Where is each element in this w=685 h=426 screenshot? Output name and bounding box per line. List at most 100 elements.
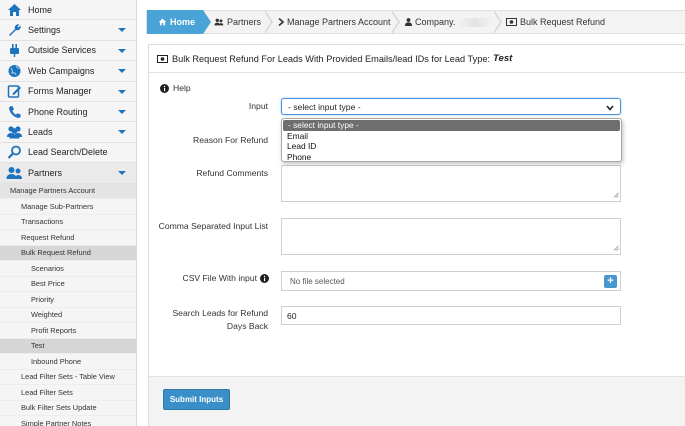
page-title: Bulk Request Refund For Leads With Provi…: [172, 53, 490, 64]
breadcrumb-company-label: Company.: [415, 17, 456, 27]
sidebar-sub-bulk-request-refund[interactable]: Bulk Request Refund: [0, 245, 136, 262]
sidebar-sub-priority[interactable]: Priority: [0, 292, 136, 308]
comments-label: Refund Comments: [196, 168, 268, 178]
sidebar-item-leads[interactable]: Leads: [0, 122, 136, 143]
breadcrumb-partners-label: Partners: [227, 17, 262, 27]
option-email[interactable]: Email: [282, 131, 621, 142]
comma-list-label: Comma Separated Input List: [158, 221, 268, 231]
panel-header: Bulk Request Refund For Leads With Provi…: [149, 45, 685, 73]
main-panel: Bulk Request Refund For Leads With Provi…: [148, 44, 685, 426]
breadcrumb-manage[interactable]: Manage Partners Account: [278, 10, 400, 34]
chevron-down-icon: [606, 103, 614, 113]
users-icon: [5, 124, 23, 140]
sidebar-sub-lead-filter-sets-table[interactable]: Lead Filter Sets - Table View: [0, 370, 136, 386]
chevron-right-icon: [278, 18, 284, 26]
sidebar-sub-bulk-filter-sets[interactable]: Bulk Filter Sets Update: [0, 401, 136, 417]
csv-file-input[interactable]: No file selected +: [281, 271, 621, 291]
sidebar-item-lead-search[interactable]: Lead Search/Delete: [0, 143, 136, 164]
user-icon: [405, 18, 412, 26]
help-toggle[interactable]: Help: [160, 83, 191, 93]
money-icon: [157, 54, 168, 63]
sidebar-item-settings[interactable]: Settings: [0, 20, 136, 41]
chevron-down-icon: [118, 109, 126, 114]
input-type-dropdown: - select input type - Email Lead ID Phon…: [281, 118, 622, 162]
breadcrumb-partners[interactable]: Partners: [214, 10, 273, 34]
input-type-value: - select input type -: [288, 101, 361, 112]
sidebar-item-partners[interactable]: Partners: [0, 163, 136, 184]
home-icon: [5, 2, 23, 18]
refund-comments-textarea[interactable]: [281, 165, 621, 202]
help-label: Help: [173, 83, 191, 93]
option-phone[interactable]: Phone: [282, 152, 621, 163]
input-label: Input: [248, 101, 268, 111]
sidebar-sub-weighted[interactable]: Weighted: [0, 308, 136, 324]
info-icon[interactable]: [260, 274, 269, 283]
breadcrumb-home-label: Home: [170, 17, 196, 27]
breadcrumb-company[interactable]: Company.: [405, 10, 502, 34]
chevron-down-icon: [118, 48, 126, 53]
sidebar-item-phone-routing[interactable]: Phone Routing: [0, 102, 136, 123]
sidebar-sub-transactions[interactable]: Transactions: [0, 215, 136, 231]
sidebar-item-home[interactable]: Home: [0, 0, 136, 21]
form-edit-icon: [5, 83, 23, 99]
users-icon: [214, 18, 224, 26]
chevron-down-icon: [118, 171, 126, 176]
sidebar-sub-inbound-phone[interactable]: Inbound Phone: [0, 354, 136, 370]
plug-icon: [5, 42, 23, 58]
sidebar-sub-manage-partners[interactable]: Manage Partners Account: [0, 183, 136, 200]
submit-inputs-button[interactable]: Submit Inputs: [163, 389, 230, 410]
days-back-input[interactable]: 60: [281, 306, 621, 325]
breadcrumb-bulk-request-refund: Bulk Request Refund: [506, 11, 616, 33]
form-footer: Submit Inputs: [149, 376, 685, 426]
sidebar-sub-scenarios[interactable]: Scenarios: [0, 261, 136, 277]
info-icon: [160, 83, 169, 93]
days-back-label-line2: Days Back: [226, 321, 268, 331]
sidebar-item-outside-services[interactable]: Outside Services: [0, 41, 136, 62]
sidebar-sub-best-price[interactable]: Best Price: [0, 277, 136, 293]
wrench-icon: [5, 22, 23, 38]
days-back-label: Search Leads for Refund Days Back: [159, 307, 268, 333]
comma-list-textarea[interactable]: [281, 218, 621, 255]
globe-icon: [5, 63, 23, 79]
breadcrumb-home[interactable]: Home: [147, 10, 211, 34]
input-type-select[interactable]: - select input type -: [281, 98, 621, 115]
add-file-button[interactable]: +: [604, 275, 617, 288]
chevron-down-icon: [118, 69, 126, 74]
partners-icon: [5, 165, 23, 181]
home-icon: [158, 18, 167, 26]
option-lead-id[interactable]: Lead ID: [282, 141, 621, 152]
csv-label: CSV File With input: [182, 273, 257, 283]
sidebar-item-forms-manager[interactable]: Forms Manager: [0, 82, 136, 102]
breadcrumb-bulk-label: Bulk Request Refund: [520, 17, 606, 27]
csv-label-group: CSV File With input: [159, 272, 269, 285]
sidebar-sub-request-refund[interactable]: Request Refund: [0, 230, 136, 246]
money-icon: [506, 18, 517, 26]
chevron-down-icon: [118, 89, 126, 94]
search-icon: [5, 144, 23, 160]
breadcrumb-separator: [493, 10, 502, 34]
sidebar-item-label: Home: [28, 4, 53, 15]
sidebar-sub-lead-filter-sets[interactable]: Lead Filter Sets: [0, 385, 136, 401]
days-back-value: 60: [287, 310, 297, 321]
days-back-label-line1: Search Leads for Refund: [172, 308, 268, 318]
sidebar-sub-test[interactable]: Test: [0, 338, 136, 355]
sidebar-item-web-campaigns[interactable]: Web Campaigns: [0, 61, 136, 82]
resize-handle-icon[interactable]: [613, 243, 619, 253]
reason-label: Reason For Refund: [193, 135, 268, 145]
chevron-down-icon: [118, 28, 126, 33]
sidebar-sub-manage-sub-partners[interactable]: Manage Sub-Partners: [0, 199, 136, 215]
phone-icon: [5, 104, 23, 120]
sidebar-sub-simple-partner-notes[interactable]: Simple Partner Notes: [0, 416, 136, 426]
breadcrumb-manage-label: Manage Partners Account: [287, 17, 391, 27]
lead-type-name: Test: [492, 53, 513, 64]
sidebar-item-label: Lead Search/Delete: [28, 147, 108, 158]
breadcrumb-separator: [391, 10, 400, 34]
sidebar-sub-profit-reports[interactable]: Profit Reports: [0, 323, 136, 339]
breadcrumb-separator: [264, 10, 273, 34]
sidebar: Home Settings Outside Services Web Campa…: [0, 0, 137, 426]
chevron-down-icon: [118, 130, 126, 135]
resize-handle-icon[interactable]: [613, 190, 619, 200]
breadcrumb: Home Partners Manage Partners Account Co…: [146, 10, 685, 34]
option-select-input-type[interactable]: - select input type -: [283, 120, 620, 131]
csv-file-value: No file selected: [290, 276, 345, 286]
